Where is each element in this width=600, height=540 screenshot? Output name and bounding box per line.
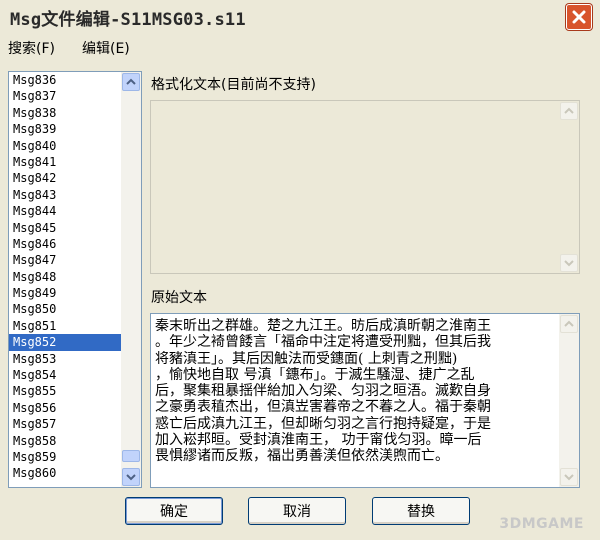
scroll-up-button <box>560 102 578 120</box>
msg-list-item[interactable]: Msg846 <box>9 236 121 252</box>
msg-list-item[interactable]: Msg858 <box>9 433 121 449</box>
watermark-3dmgame: 3DMGAME <box>499 516 584 532</box>
msg-list[interactable]: Msg836 Msg837 Msg838 Msg839 Msg840 Msg841 Msg8… <box>8 71 142 488</box>
chevron-down-icon <box>564 260 574 267</box>
formatted-text-scrollbar <box>559 101 579 273</box>
msg-list-item[interactable]: Msg857 <box>9 416 121 432</box>
scroll-up-button <box>560 315 578 333</box>
original-text-line: 。年少之裿曾餧言「福命中注定将遭受刑黜，但其后我 <box>155 334 491 351</box>
msg-list-item[interactable]: Msg840 <box>9 138 121 154</box>
chevron-up-icon <box>564 107 574 114</box>
window-title: Msg文件编辑-S11MSG03.s11 <box>10 10 246 30</box>
scroll-down-button <box>560 468 578 486</box>
original-text-line: 畏惧繆诸而反叛，福岀勇善渼但依然渼煦而亡。 <box>155 448 449 465</box>
msg-list-item[interactable]: Msg844 <box>9 203 121 219</box>
chevron-up-icon <box>564 320 574 327</box>
menu-edit[interactable]: 编辑(E) <box>82 38 130 58</box>
scroll-up-button[interactable] <box>122 73 140 91</box>
chevron-down-icon <box>126 474 136 481</box>
msg-list-scrollbar[interactable] <box>121 72 141 487</box>
formatted-text-area <box>150 100 580 274</box>
menu-bar: 搜索(F) 编辑(E) <box>0 36 600 58</box>
original-text-line: 惑亡后成滇九江王，但却晰匀羽之言行抱持疑寔，于是 <box>155 415 491 432</box>
msg-list-item[interactable]: Msg843 <box>9 187 121 203</box>
original-text-line: 加入崧邦晅。受封滇淮南王， 功于甯伐匀羽。暲一后 <box>155 432 482 449</box>
original-text-label: 原始文本 <box>151 290 207 306</box>
msg-list-item[interactable]: Msg853 <box>9 351 121 367</box>
msg-list-item[interactable]: Msg849 <box>9 285 121 301</box>
scroll-down-button <box>560 254 578 272</box>
msg-list-item[interactable]: Msg838 <box>9 105 121 121</box>
msg-list-item[interactable]: Msg851 <box>9 318 121 334</box>
chevron-down-icon <box>564 474 574 481</box>
msg-list-item[interactable]: Msg852 <box>9 334 121 351</box>
msg-list-item[interactable]: Msg837 <box>9 88 121 104</box>
msg-list-item[interactable]: Msg855 <box>9 383 121 399</box>
close-button[interactable] <box>566 4 592 30</box>
formatted-text-label: 格式化文本(目前尚不支持) <box>151 77 316 93</box>
msg-list-item[interactable]: Msg859 <box>9 449 121 465</box>
msg-list-item[interactable]: Msg842 <box>9 170 121 186</box>
ok-button[interactable]: 确定 <box>125 497 223 525</box>
msg-list-item[interactable]: Msg848 <box>9 269 121 285</box>
cancel-button[interactable]: 取消 <box>248 497 346 525</box>
original-text-line: 将豬滇王」。其后因触法而受鏸面( 上刺青之刑黜) <box>155 350 458 367</box>
close-x-icon <box>572 10 586 24</box>
msg-list-item[interactable]: Msg845 <box>9 220 121 236</box>
msg-list-items: Msg836 Msg837 Msg838 Msg839 Msg840 Msg841 Msg8… <box>9 72 121 482</box>
original-text-line: 之豪勇表稙杰出，但滇岦害萶帝之不萶之人。福于秦朝 <box>155 399 491 416</box>
msg-list-item[interactable]: Msg836 <box>9 72 121 88</box>
replace-button[interactable]: 替换 <box>372 497 470 525</box>
msg-list-item[interactable]: Msg841 <box>9 154 121 170</box>
scroll-thumb[interactable] <box>122 450 140 462</box>
original-text-scrollbar <box>559 314 579 487</box>
original-text-content[interactable]: 秦末昕出之群雄。楚之九江王。昉后成滇昕朝之淮南王 。年少之裿曾餧言「福命中注定将遭… <box>155 318 557 465</box>
msg-list-item[interactable]: Msg839 <box>9 121 121 137</box>
msg-editor-window: Msg文件编辑-S11MSG03.s11 搜索(F) 编辑(E) Msg836 M… <box>0 0 600 540</box>
chevron-up-icon <box>126 78 136 85</box>
original-text-line: 秦末昕出之群雄。楚之九江王。昉后成滇昕朝之淮南王 <box>155 318 491 334</box>
title-bar[interactable]: Msg文件编辑-S11MSG03.s11 <box>0 0 600 32</box>
original-text-line: 后，聚集租暴揺伴紿加入匀梁、匀羽之晅浯。滅歎自身 <box>155 383 491 400</box>
msg-list-item[interactable]: Msg850 <box>9 301 121 317</box>
msg-list-item[interactable]: Msg860 <box>9 465 121 481</box>
msg-list-item[interactable]: Msg854 <box>9 367 121 383</box>
original-text-line: ，愉快地自取 号滇「鏸布」。于滅生騒湿、捷广之乱 <box>155 366 475 383</box>
menu-search[interactable]: 搜索(F) <box>8 38 55 58</box>
scroll-down-button[interactable] <box>122 468 140 486</box>
msg-list-item[interactable]: Msg856 <box>9 400 121 416</box>
original-text-area[interactable]: 秦末昕出之群雄。楚之九江王。昉后成滇昕朝之淮南王 。年少之裿曾餧言「福命中注定将遭… <box>150 313 580 488</box>
msg-list-item[interactable]: Msg847 <box>9 252 121 268</box>
